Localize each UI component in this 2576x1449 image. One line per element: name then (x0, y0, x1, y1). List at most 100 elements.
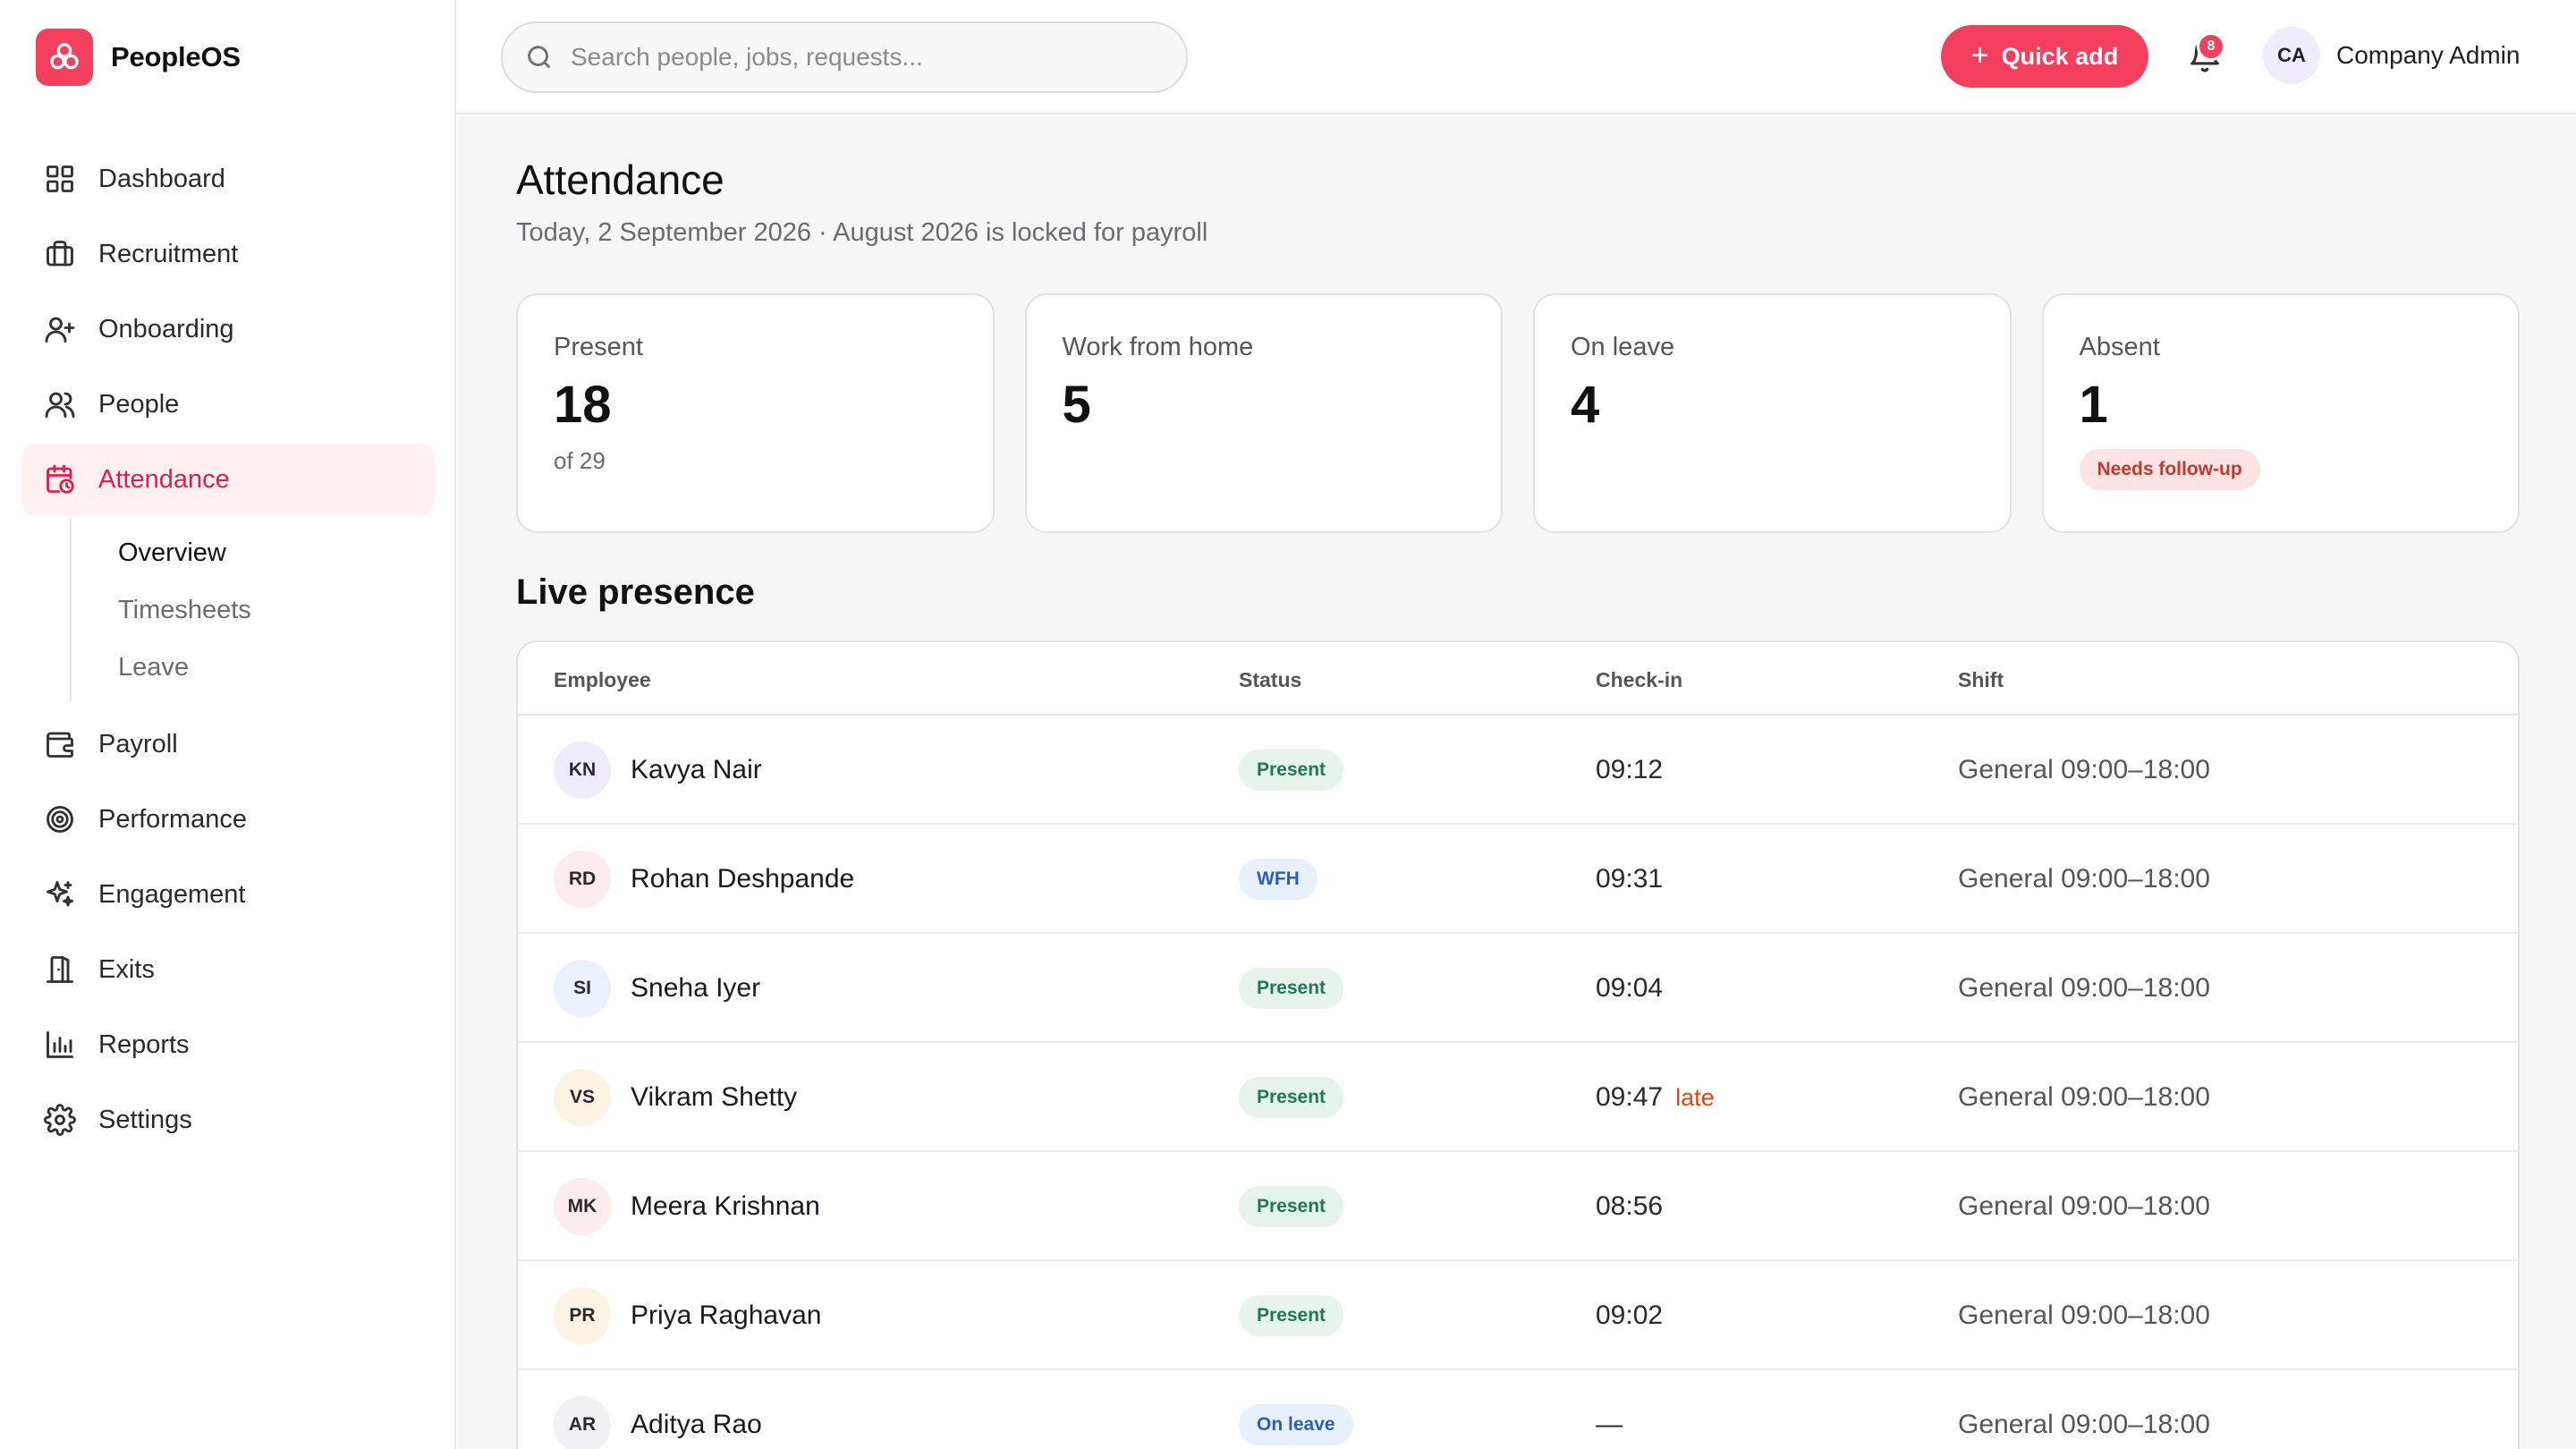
column-header-status[interactable]: Status (1239, 668, 1301, 692)
status-badge: Present (1239, 968, 1344, 1009)
quick-add-button[interactable]: + Quick add (1941, 25, 2148, 88)
bar-chart-icon (43, 1028, 77, 1062)
section-title: Live presence (516, 572, 755, 612)
attendance-subnav: Overview Timesheets Leave (70, 519, 435, 701)
door-icon (43, 953, 77, 987)
sidebar-item-recruitment[interactable]: Recruitment (21, 218, 435, 290)
table-row[interactable]: RD Rohan Deshpande WFH 09:31 General 09:00–1… (518, 825, 2518, 934)
status-badge: Present (1239, 750, 1344, 791)
sidebar: PeopleOS Dashboard Recruitment Onboardin… (0, 0, 456, 1449)
sidebar-item-label: Settings (98, 1105, 192, 1134)
avatar: RD (554, 851, 611, 908)
page-subtitle: Today, 2 September 2026 · August 2026 is… (516, 218, 1208, 247)
user-menu[interactable]: CA Company Admin (2263, 27, 2520, 84)
table-row[interactable]: KN Kavya Nair Present 09:12 General 09:00–18… (518, 716, 2518, 825)
status-badge: Present (1239, 1295, 1344, 1336)
check-in-time: 09:47 (1596, 1082, 1664, 1112)
shift-cell: General 09:00–18:00 (1958, 1370, 2210, 1449)
stat-label: On leave (1571, 333, 1675, 361)
employee-name[interactable]: Sneha Iyer (631, 973, 760, 1004)
stat-card-wfh[interactable]: Work from home 5 (1024, 293, 1503, 533)
status-badge: Present (1239, 1186, 1344, 1227)
employee-name[interactable]: Meera Krishnan (631, 1191, 820, 1222)
check-in-cell: 09:02 (1596, 1261, 1675, 1370)
sidebar-item-label: Attendance (98, 464, 230, 494)
stats-row: Present 18 of 29 Work from home 5 On lea… (516, 293, 2520, 533)
sidebar-item-label: Exits (98, 954, 155, 984)
sidebar-item-engagement[interactable]: Engagement (21, 859, 435, 930)
shift-cell: General 09:00–18:00 (1958, 1152, 2210, 1261)
employee-cell: VS Vikram Shetty (554, 1043, 797, 1152)
check-in-time: 08:56 (1596, 1191, 1664, 1221)
column-header-check-in[interactable]: Check-in (1596, 668, 1682, 692)
shift-label: General 09:00–18:00 (1958, 864, 2210, 894)
grid-icon (43, 162, 77, 196)
employee-cell: PR Priya Raghavan (554, 1261, 821, 1370)
sidebar-item-reports[interactable]: Reports (21, 1009, 435, 1080)
table-row[interactable]: AR Aditya Rao On leave — General 09:00–18:00 (518, 1370, 2518, 1449)
table-row[interactable]: VS Vikram Shetty Present 09:47 late General 0… (518, 1043, 2518, 1152)
column-header-employee[interactable]: Employee (554, 668, 651, 692)
sidebar-item-settings[interactable]: Settings (21, 1084, 435, 1156)
employee-cell: SI Sneha Iyer (554, 934, 760, 1043)
check-in-time: — (1596, 1410, 1623, 1439)
sidebar-item-performance[interactable]: Performance (21, 784, 435, 855)
calendar-clock-icon (43, 462, 77, 496)
shift-cell: General 09:00–18:00 (1958, 825, 2210, 934)
employee-name[interactable]: Rohan Deshpande (631, 864, 854, 894)
status-badge: WFH (1239, 859, 1318, 900)
sidebar-item-people[interactable]: People (21, 369, 435, 440)
avatar: KN (554, 741, 611, 799)
search-bar[interactable] (501, 21, 1188, 93)
sidebar-item-payroll[interactable]: Payroll (21, 708, 435, 780)
table-header: Employee Status Check-in Shift (518, 642, 2518, 716)
notification-count-badge: 8 (2197, 32, 2225, 61)
avatar: AR (554, 1396, 611, 1449)
search-input[interactable] (571, 43, 1143, 72)
sidebar-item-dashboard[interactable]: Dashboard (21, 143, 435, 215)
column-header-shift[interactable]: Shift (1958, 668, 2004, 692)
status-badge: On leave (1239, 1404, 1353, 1445)
sparkles-icon (43, 877, 77, 911)
stat-card-on-leave[interactable]: On leave 4 (1533, 293, 2012, 533)
employee-cell: RD Rohan Deshpande (554, 825, 854, 934)
stat-card-present[interactable]: Present 18 of 29 (516, 293, 995, 533)
stat-value: 5 (1062, 376, 1091, 434)
shift-cell: General 09:00–18:00 (1958, 716, 2210, 825)
employee-name[interactable]: Aditya Rao (631, 1410, 762, 1440)
subnav-item-timesheets[interactable]: Timesheets (72, 581, 435, 639)
sidebar-item-onboarding[interactable]: Onboarding (21, 293, 435, 365)
sidebar-item-label: Engagement (98, 879, 246, 909)
shift-label: General 09:00–18:00 (1958, 755, 2210, 784)
check-in-time: 09:12 (1596, 755, 1664, 784)
shift-label: General 09:00–18:00 (1958, 1191, 2210, 1221)
sidebar-item-label: Reports (98, 1030, 190, 1059)
check-in-cell: 09:12 (1596, 716, 1675, 825)
employee-name[interactable]: Priya Raghavan (631, 1301, 821, 1331)
subnav-item-overview[interactable]: Overview (72, 524, 435, 581)
users-icon (43, 387, 77, 421)
subnav-item-leave[interactable]: Leave (72, 639, 435, 696)
avatar: SI (554, 960, 611, 1017)
user-name: Company Admin (2336, 41, 2521, 69)
employee-cell: MK Meera Krishnan (554, 1152, 820, 1261)
sidebar-item-attendance[interactable]: Attendance (21, 444, 435, 515)
main-content: Attendance Today, 2 September 2026 · Aug… (458, 116, 2576, 1449)
sidebar-item-exits[interactable]: Exits (21, 934, 435, 1005)
page-title: Attendance (516, 157, 724, 203)
peopleos-logo-icon (36, 29, 93, 86)
check-in-cell: — (1596, 1370, 1635, 1449)
check-in-cell: 09:47 late (1596, 1043, 1715, 1152)
check-in-time: 09:02 (1596, 1301, 1664, 1330)
employee-cell: KN Kavya Nair (554, 716, 762, 825)
stat-value: 4 (1571, 376, 1600, 434)
stat-card-absent[interactable]: Absent 1 Needs follow-up (2041, 293, 2520, 533)
employee-name[interactable]: Vikram Shetty (631, 1082, 797, 1113)
table-row[interactable]: MK Meera Krishnan Present 08:56 General 09:0… (518, 1152, 2518, 1261)
table-row[interactable]: PR Priya Raghavan Present 09:02 General 09:0… (518, 1261, 2518, 1370)
quick-add-label: Quick add (2001, 42, 2119, 70)
table-row[interactable]: SI Sneha Iyer Present 09:04 General 09:00–18… (518, 934, 2518, 1043)
employee-name[interactable]: Kavya Nair (631, 755, 762, 785)
stat-note: of 29 (554, 447, 606, 474)
brand[interactable]: PeopleOS (36, 29, 241, 86)
